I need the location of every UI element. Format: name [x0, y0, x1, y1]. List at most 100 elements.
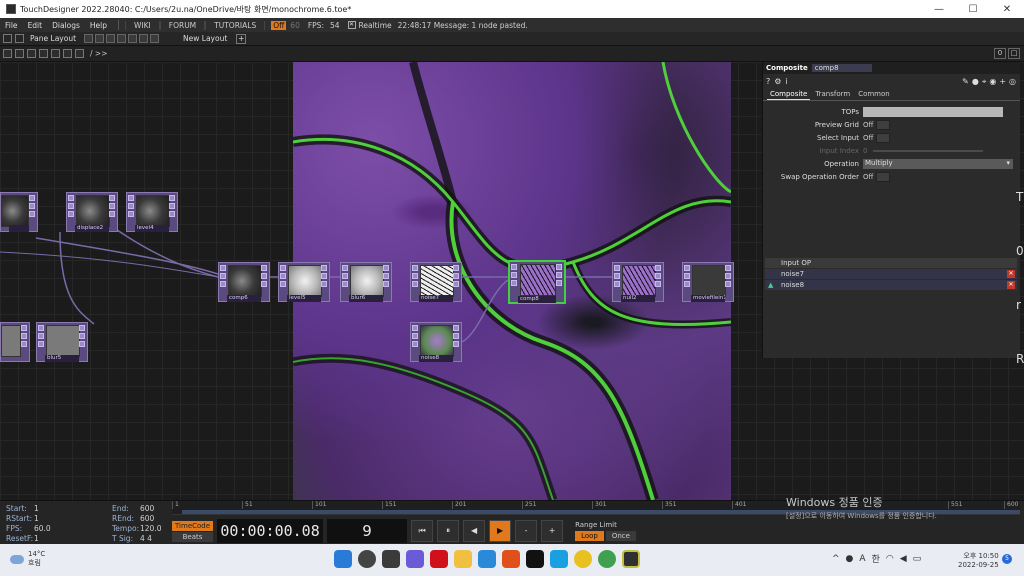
edge-icon[interactable]	[550, 550, 568, 568]
remove-input-icon[interactable]: ✕	[1007, 270, 1015, 278]
ime-han[interactable]: 한	[872, 552, 880, 565]
skip-start-button[interactable]: ⏮	[411, 520, 434, 542]
op-name-field[interactable]: comp8	[811, 64, 872, 72]
battery-icon[interactable]: ▭	[913, 554, 922, 564]
mail-icon[interactable]	[478, 550, 496, 568]
add-layout-button[interactable]: +	[236, 33, 247, 44]
search-icon[interactable]	[358, 550, 376, 568]
beats-toggle[interactable]: Beats	[172, 531, 214, 542]
fps-target-toggle[interactable]: Off	[271, 20, 287, 30]
play-button[interactable]: ▶	[489, 520, 512, 542]
loop-button[interactable]: Loop	[575, 531, 604, 541]
pane-anchor-icon[interactable]	[15, 34, 24, 43]
input-op-row[interactable]: ▲ noise8 ✕	[765, 280, 1017, 290]
move-up-icon[interactable]: ▲	[768, 280, 773, 290]
tutorials-button[interactable]: TUTORIALS	[205, 20, 266, 30]
step-back-button[interactable]: -	[515, 520, 538, 542]
node-blur5[interactable]: blur5	[36, 322, 88, 362]
swap-order-toggle[interactable]	[876, 171, 891, 182]
windows-start-icon[interactable]	[334, 550, 352, 568]
node-comp8[interactable]: comp8	[508, 260, 566, 304]
timecode-toggle[interactable]: TimeCode	[172, 520, 214, 531]
realtime-checkbox[interactable]: ✕	[347, 21, 356, 29]
node-null2[interactable]: null2	[612, 262, 664, 302]
pane-layout-label[interactable]: Pane Layout	[24, 34, 82, 43]
edit-icon[interactable]	[75, 49, 84, 58]
node-comp6[interactable]: comp6	[218, 262, 270, 302]
edit-pencil-icon[interactable]: ✎	[962, 77, 969, 87]
layout-grid-7[interactable]	[150, 34, 160, 43]
menu-dialogs[interactable]: Dialogs	[47, 21, 85, 30]
notion-icon[interactable]	[526, 550, 544, 568]
node-left-lower[interactable]	[0, 322, 30, 362]
chevron-up-icon[interactable]: ^	[832, 554, 840, 564]
up-icon[interactable]	[39, 49, 48, 58]
add-param-icon[interactable]: +	[999, 77, 1006, 87]
step-forward-button[interactable]: +	[541, 520, 564, 542]
input-op-row[interactable]: noise7 ✕	[765, 269, 1017, 279]
tray-app-icon[interactable]: ●	[846, 554, 854, 564]
node-noise7[interactable]: noise7	[410, 262, 462, 302]
pane-split-icon[interactable]	[3, 34, 12, 43]
wifi-icon[interactable]: ◠	[886, 554, 894, 564]
pin-icon[interactable]: ⌖	[982, 77, 987, 87]
layout-grid-5[interactable]	[128, 34, 138, 43]
menu-file[interactable]: File	[0, 21, 23, 30]
tab-composite[interactable]: Composite	[767, 89, 811, 100]
once-button[interactable]: Once	[605, 531, 636, 541]
comment-icon[interactable]: ●	[972, 77, 979, 87]
chrome-icon[interactable]	[574, 550, 592, 568]
tab-transform[interactable]: Transform	[812, 89, 853, 100]
speaker-icon[interactable]: ◀	[900, 554, 907, 564]
preview-grid-toggle[interactable]	[876, 119, 891, 130]
netflix-icon[interactable]	[430, 550, 448, 568]
forum-button[interactable]: FORUM	[159, 20, 206, 30]
bookmark-icon[interactable]	[63, 49, 72, 58]
play-reverse-button[interactable]: ◀	[463, 520, 486, 542]
maximize-button[interactable]: ☐	[956, 4, 990, 15]
node-level5[interactable]: level5	[278, 262, 330, 302]
menu-help[interactable]: Help	[85, 21, 112, 30]
minimize-button[interactable]: —	[922, 4, 956, 15]
input-index-slider[interactable]	[873, 149, 984, 152]
forward-icon[interactable]	[27, 49, 36, 58]
chrome-profile-icon[interactable]	[598, 550, 616, 568]
select-input-toggle[interactable]	[876, 132, 891, 143]
python-icon[interactable]: ⚙	[774, 77, 781, 86]
pause-button[interactable]: ⏸	[437, 520, 460, 542]
chat-icon[interactable]	[406, 550, 424, 568]
wiki-button[interactable]: WIKI	[125, 20, 160, 30]
info-icon[interactable]: i	[785, 77, 787, 86]
clock[interactable]: 오후 10:50 2022-09-25	[958, 552, 999, 570]
home-icon[interactable]	[3, 49, 12, 58]
task-view-icon[interactable]	[382, 550, 400, 568]
tops-field[interactable]	[863, 106, 1003, 117]
fps-stat-value[interactable]: 60.0	[34, 524, 112, 534]
office-icon[interactable]	[502, 550, 520, 568]
timecode-display[interactable]: 00:00:00.08	[217, 519, 324, 543]
operation-dropdown[interactable]: Multiply ▾	[863, 158, 1013, 169]
help-icon[interactable]: ?	[766, 77, 770, 86]
touchdesigner-icon[interactable]	[622, 550, 640, 568]
pane-id-button[interactable]: 0	[994, 48, 1006, 59]
notification-badge[interactable]: 5	[1002, 554, 1012, 564]
target-icon[interactable]: ◎	[1009, 77, 1016, 87]
node-blur6[interactable]: blur6	[340, 262, 392, 302]
layout-grid-1[interactable]	[84, 34, 94, 43]
file-explorer-icon[interactable]	[454, 550, 472, 568]
back-icon[interactable]	[15, 49, 24, 58]
layout-grid-2[interactable]	[95, 34, 105, 43]
frame-display[interactable]: 9	[327, 519, 408, 543]
node-level4[interactable]: level4	[126, 192, 178, 232]
layout-grid-6[interactable]	[139, 34, 149, 43]
new-layout-tab[interactable]: New Layout	[177, 34, 233, 43]
add-op-icon[interactable]	[51, 49, 60, 58]
palette-icon[interactable]: ◉	[989, 77, 996, 87]
network-path[interactable]: / >>	[90, 49, 107, 58]
remove-input-icon[interactable]: ✕	[1007, 281, 1015, 289]
start-value[interactable]: 1	[34, 504, 112, 514]
weather-widget[interactable]: 14°C 흐림	[10, 550, 45, 568]
node-displace2[interactable]: displace2	[66, 192, 118, 232]
node-moviefilein1[interactable]: moviefilein1	[682, 262, 734, 302]
node-level-left[interactable]	[0, 192, 38, 232]
